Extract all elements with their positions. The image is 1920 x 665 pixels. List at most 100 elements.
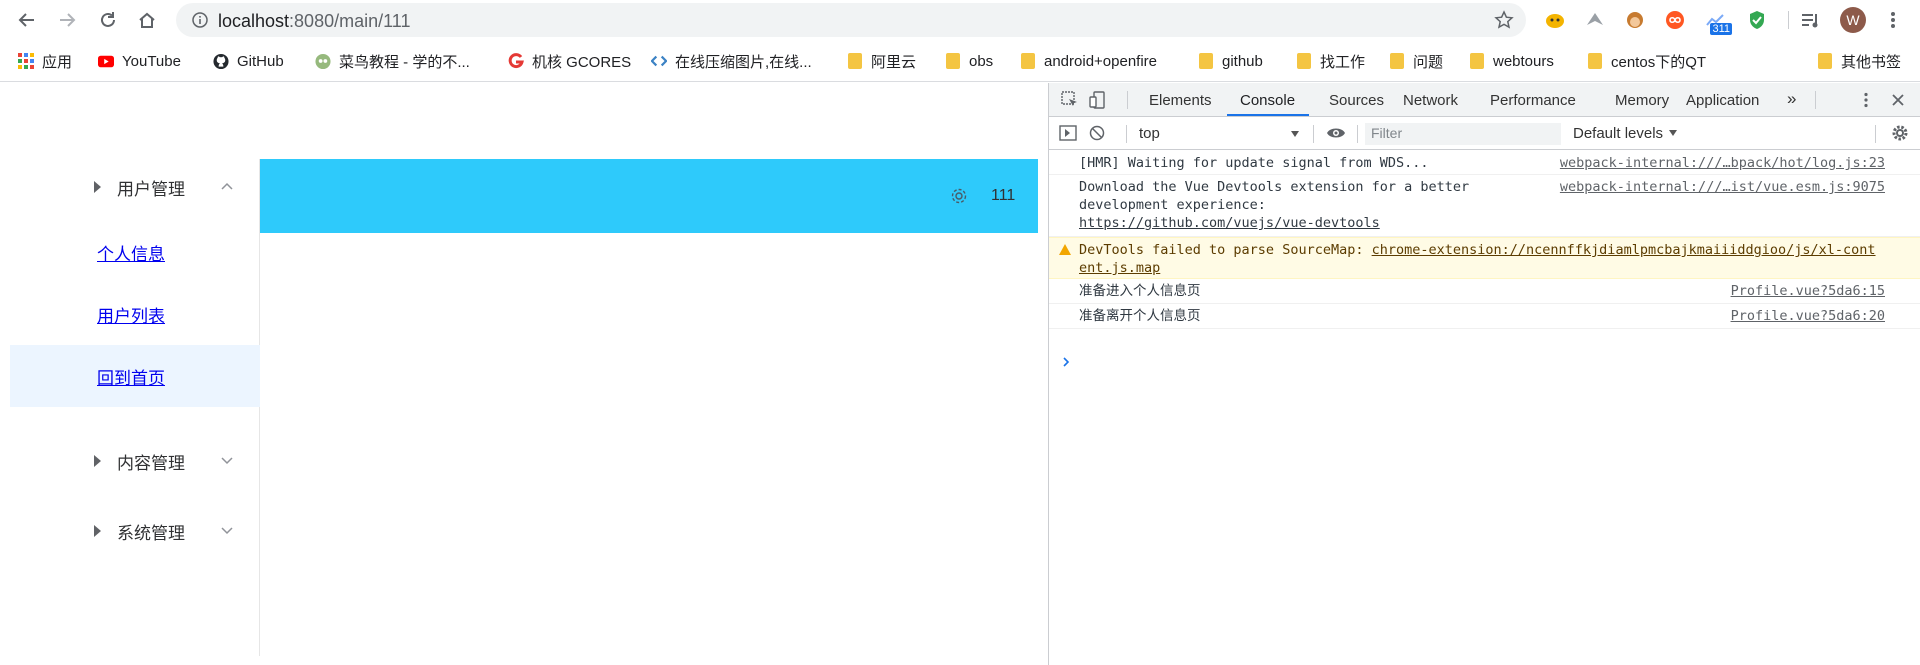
extension-infinity-icon[interactable]: [1662, 7, 1688, 33]
log-source-link[interactable]: Profile.vue?5da6:20: [1731, 307, 1885, 325]
caret-right-icon: [94, 525, 101, 537]
context-dropdown-icon: [1291, 131, 1299, 137]
log-link[interactable]: chrome-extension://ncennffkjdiamlpmcbajk…: [1372, 242, 1876, 258]
log-levels-select[interactable]: Default levels: [1573, 125, 1663, 142]
menu-link-home[interactable]: 回到首页: [97, 364, 165, 389]
close-devtools-icon[interactable]: [1887, 89, 1909, 111]
chevron-down-icon: [221, 527, 233, 535]
reload-icon: [101, 12, 115, 27]
bookmark-github[interactable]: GitHub: [213, 50, 284, 72]
tab-divider: [1127, 91, 1128, 109]
bookmark-folder-obs[interactable]: obs: [945, 50, 993, 72]
tab-memory[interactable]: Memory: [1615, 92, 1669, 109]
back-button[interactable]: [15, 8, 39, 32]
extension-monkey-icon[interactable]: [1622, 7, 1648, 33]
console-log-row: [HMR] Waiting for update signal from WDS…: [1049, 151, 1920, 175]
console-log-row: 准备进入个人信息页 Profile.vue?5da6:15: [1049, 279, 1920, 304]
extension-cat-icon[interactable]: [1542, 7, 1568, 33]
forward-button[interactable]: [55, 8, 79, 32]
toolbar-divider: [1357, 125, 1358, 143]
toolbar-divider: [1126, 125, 1127, 143]
submenu-system-management[interactable]: 系统管理: [10, 503, 260, 559]
youtube-icon: [98, 53, 114, 69]
gear-icon[interactable]: [950, 187, 968, 205]
log-message: Download the Vue Devtools extension for …: [1079, 179, 1470, 195]
console-prompt-icon[interactable]: [1061, 357, 1071, 367]
browser-toolbar: localhost:8080/main/111 311 W: [0, 0, 1920, 40]
submenu-content-management[interactable]: 内容管理: [10, 433, 260, 489]
bookmark-label: 应用: [42, 53, 73, 71]
reload-button[interactable]: [96, 8, 120, 32]
log-source-link[interactable]: webpack-internal:///…ist/vue.esm.js:9075: [1560, 178, 1885, 196]
bookmark-runoob[interactable]: 菜鸟教程 - 学的不...: [315, 50, 470, 72]
tab-network[interactable]: Network: [1403, 92, 1458, 109]
bookmark-star-icon[interactable]: [1494, 10, 1514, 30]
apps-grid-icon: [18, 53, 34, 69]
context-select[interactable]: top: [1139, 125, 1160, 142]
tab-sources[interactable]: Sources: [1329, 92, 1384, 109]
show-sidebar-icon[interactable]: [1057, 122, 1079, 144]
bookmark-label: 阿里云: [871, 53, 917, 71]
bookmark-label: 机核 GCORES: [532, 53, 632, 71]
home-button[interactable]: [135, 8, 159, 32]
log-source-link[interactable]: Profile.vue?5da6:15: [1731, 282, 1885, 300]
tab-application[interactable]: Application: [1686, 92, 1759, 109]
bookmark-folder-aliyun[interactable]: 阿里云: [847, 50, 916, 72]
menu-item-user-list[interactable]: 用户列表: [10, 283, 260, 345]
console-output: [HMR] Waiting for update signal from WDS…: [1049, 151, 1920, 329]
tab-divider: [1815, 91, 1816, 109]
submenu-user-management[interactable]: 用户管理: [10, 159, 260, 215]
header-username[interactable]: 111: [991, 187, 1015, 205]
bookmark-folder-github[interactable]: github: [1198, 50, 1263, 72]
folder-icon: [1817, 53, 1833, 69]
bookmark-gcores[interactable]: 机核 GCORES: [508, 50, 631, 72]
bookmark-youtube[interactable]: YouTube: [98, 50, 181, 72]
clear-console-icon[interactable]: [1086, 122, 1108, 144]
bookmark-folder-centos-qt[interactable]: centos下的QT: [1587, 50, 1706, 72]
bookmark-folder-issues[interactable]: 问题: [1389, 50, 1443, 72]
media-control-icon[interactable]: [1798, 7, 1824, 33]
console-log-row: 准备离开个人信息页 Profile.vue?5da6:20: [1049, 304, 1920, 329]
extension-shield-icon[interactable]: [1744, 7, 1770, 33]
bookmark-apps[interactable]: 应用: [18, 50, 72, 72]
toolbar-divider: [1313, 125, 1314, 143]
menu-item-profile[interactable]: 个人信息: [10, 221, 260, 283]
extension-bird-icon[interactable]: [1582, 7, 1608, 33]
compress-icon: [651, 53, 667, 69]
bookmark-label: 其他书签: [1841, 53, 1902, 71]
device-toolbar-icon[interactable]: [1087, 89, 1109, 111]
folder-icon: [1020, 53, 1036, 69]
inspect-element-icon[interactable]: [1059, 89, 1081, 111]
active-tab-indicator: [1227, 114, 1309, 116]
bookmark-compress[interactable]: 在线压缩图片,在线...: [651, 50, 812, 72]
bookmark-folder-android[interactable]: android+openfire: [1020, 50, 1157, 72]
extension-counter-icon[interactable]: 311: [1702, 7, 1732, 35]
folder-icon: [945, 53, 961, 69]
profile-avatar[interactable]: W: [1840, 7, 1866, 33]
kebab-menu-icon[interactable]: [1880, 7, 1906, 33]
address-bar[interactable]: localhost:8080/main/111: [176, 3, 1526, 37]
bookmark-folder-jobs[interactable]: 找工作: [1296, 50, 1365, 72]
console-filter-input[interactable]: Filter: [1365, 123, 1561, 145]
bookmark-label: centos下的QT: [1611, 53, 1707, 71]
tab-elements[interactable]: Elements: [1149, 92, 1212, 109]
console-settings-gear-icon[interactable]: [1889, 122, 1911, 144]
log-link[interactable]: ent.js.map: [1079, 259, 1160, 277]
tab-performance[interactable]: Performance: [1490, 92, 1576, 109]
more-tabs-button[interactable]: »: [1787, 89, 1796, 109]
log-source-link[interactable]: webpack-internal:///…bpack/hot/log.js:23: [1560, 154, 1885, 172]
bookmark-folder-other[interactable]: 其他书签: [1817, 50, 1901, 72]
menu-link-profile[interactable]: 个人信息: [97, 240, 165, 265]
devtools-menu-icon[interactable]: [1855, 89, 1877, 111]
info-icon[interactable]: [192, 12, 208, 28]
menu-link-user-list[interactable]: 用户列表: [97, 302, 165, 327]
submenu-label: 系统管理: [117, 523, 185, 543]
live-expression-eye-icon[interactable]: [1325, 122, 1347, 144]
url-text[interactable]: localhost:8080/main/111: [218, 11, 410, 32]
tab-console[interactable]: Console: [1240, 92, 1295, 109]
warning-icon: [1059, 244, 1071, 255]
log-link[interactable]: https://github.com/vuejs/vue-devtools: [1079, 214, 1380, 232]
menu-item-home[interactable]: 回到首页: [10, 345, 260, 407]
home-icon: [139, 12, 155, 28]
bookmark-folder-webtours[interactable]: webtours: [1469, 50, 1554, 72]
